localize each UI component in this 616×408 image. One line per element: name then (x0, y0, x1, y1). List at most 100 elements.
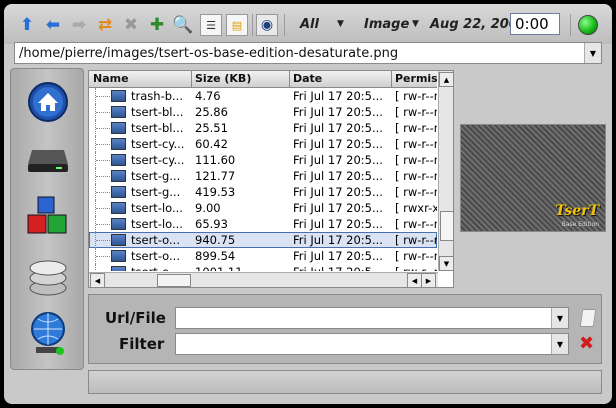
filter-label: Filter (119, 335, 165, 353)
table-row[interactable]: tsert-g... 121.77 Fri Jul 17 20:5... [ rw-r… (89, 168, 437, 184)
search-icon[interactable]: 🔍 (172, 14, 194, 36)
file-name[interactable]: tsert-lo... (131, 201, 189, 215)
table-row[interactable]: tsert-cy... 111.60 Fri Jul 17 20:5... [ rw-… (89, 152, 437, 168)
file-date: Fri Jul 17 20:5... (293, 185, 383, 199)
scroll-left-icon[interactable]: ◀ (90, 273, 105, 287)
column-header-name[interactable]: Name (93, 72, 189, 85)
url-file-input[interactable]: ▼ (175, 307, 569, 329)
status-bar (88, 370, 602, 394)
table-row[interactable]: tsert-lo... 65.93 Fri Jul 17 20:5... [ rw-r… (89, 216, 437, 232)
clear-filter-icon[interactable]: ✖ (579, 333, 594, 354)
image-file-icon (111, 106, 126, 118)
list-view-icon[interactable]: ☰ (200, 14, 222, 36)
file-name[interactable]: tsert-cy... (131, 137, 189, 151)
image-file-icon (111, 218, 126, 230)
refresh-icon[interactable]: ⇄ (94, 14, 116, 36)
vertical-scrollbar[interactable]: ▲ ▼ (438, 71, 453, 271)
file-date: Fri Jul 17 20:5... (293, 217, 383, 231)
column-header-size[interactable]: Size (KB) (195, 72, 287, 85)
table-row[interactable]: tsert-o... 1001.11 Fri Jul 17 20:5... [ rw-… (89, 264, 437, 271)
image-file-icon (111, 202, 126, 214)
file-size: 940.75 (195, 233, 236, 247)
path-combobox[interactable]: /home/pierre/images/tsert-os-base-editio… (14, 42, 602, 64)
column-divider (289, 71, 290, 87)
file-name[interactable]: tsert-lo... (131, 217, 189, 231)
chevron-down-icon[interactable]: ▼ (412, 19, 419, 29)
file-name[interactable]: trash-b... (131, 89, 189, 103)
stop-icon[interactable]: ✖ (120, 14, 142, 36)
file-size: 419.53 (195, 185, 236, 199)
scroll-right-icon[interactable]: ▶ (421, 273, 436, 287)
file-permissions: [ rw-r--r- (395, 169, 437, 183)
filter-all-dropdown[interactable]: All (300, 17, 319, 32)
database-disks-icon[interactable] (25, 253, 71, 299)
scroll-thumb[interactable] (157, 274, 191, 287)
table-row[interactable]: tsert-o... 899.54 Fri Jul 17 20:5... [ rw-r… (89, 248, 437, 264)
new-folder-icon[interactable]: ✚ (146, 14, 168, 36)
time-input[interactable]: 0:00 (510, 13, 560, 35)
home-icon[interactable] (25, 79, 71, 125)
file-type-dropdown[interactable]: Image (364, 17, 409, 32)
go-green-button[interactable] (578, 15, 598, 35)
chevron-down-icon[interactable]: ▼ (584, 43, 601, 63)
hard-drive-icon[interactable] (25, 135, 71, 181)
scroll-left-icon[interactable]: ◀ (407, 273, 422, 287)
forward-arrow-icon[interactable]: ➡ (68, 14, 90, 36)
chevron-down-icon[interactable]: ▼ (551, 308, 568, 328)
file-permissions: [ rw-r--r- (395, 137, 437, 151)
scroll-down-icon[interactable]: ▼ (439, 256, 453, 271)
image-preview: TserT Base Edition (460, 124, 606, 232)
back-arrow-icon[interactable]: ⬅ (42, 14, 64, 36)
chevron-down-icon[interactable]: ▼ (337, 19, 344, 29)
image-file-icon (111, 154, 126, 166)
image-file-icon (111, 90, 126, 102)
file-size: 1001.11 (195, 265, 287, 271)
up-arrow-icon[interactable]: ⬆ (16, 14, 38, 36)
file-size: 121.77 (195, 169, 236, 183)
file-size: 899.54 (195, 249, 236, 263)
file-permissions: [ rw-r--r- (395, 89, 437, 103)
filter-input[interactable]: ▼ (175, 333, 569, 355)
preview-eye-icon[interactable]: ◉ (256, 14, 278, 36)
table-row[interactable]: tsert-bl... 25.51 Fri Jul 17 20:5... [ rw-r… (89, 120, 437, 136)
column-header-date[interactable]: Date (293, 72, 389, 85)
image-file-icon (111, 234, 126, 246)
detail-view-icon[interactable]: ▤ (226, 14, 248, 36)
file-date: Fri Jul 17 20:5... (293, 249, 383, 263)
network-globe-icon[interactable] (25, 311, 71, 357)
file-name[interactable]: tsert-o... (131, 233, 189, 247)
table-row[interactable]: tsert-cy... 60.42 Fri Jul 17 20:5... [ rw-r… (89, 136, 437, 152)
scroll-up-icon[interactable]: ▲ (439, 72, 453, 87)
path-text[interactable]: /home/pierre/images/tsert-os-base-editio… (19, 46, 398, 61)
file-name[interactable]: tsert-bl... (131, 105, 189, 119)
file-name[interactable]: tsert-bl... (131, 121, 189, 135)
document-icon[interactable] (579, 309, 597, 327)
file-date: Fri Jul 17 20:5... (293, 105, 383, 119)
file-name[interactable]: tsert-o... (131, 265, 189, 271)
file-date: Fri Jul 17 20:5... (293, 89, 383, 103)
file-date: Fri Jul 17 20:5... (293, 201, 383, 215)
preview-logo-text: TserT (555, 203, 599, 219)
file-name[interactable]: tsert-g... (131, 169, 189, 183)
file-name[interactable]: tsert-g... (131, 185, 189, 199)
horizontal-scrollbar[interactable]: ◀ ◀ ▶ (89, 272, 438, 287)
file-date: Fri Jul 17 20:5... (293, 137, 383, 151)
table-row[interactable]: tsert-lo... 9.00 Fri Jul 17 20:5... [ rwxr-… (89, 200, 437, 216)
file-list-header: Name Size (KB) Date Permiss (89, 71, 437, 88)
image-file-icon (111, 122, 126, 134)
table-row[interactable]: trash-b... 4.76 Fri Jul 17 20:5... [ rw-r--… (89, 88, 437, 104)
file-size: 60.42 (195, 137, 228, 151)
file-date: Fri Jul 17 20:5... (293, 121, 383, 135)
table-row[interactable]: tsert-o... 940.75 Fri Jul 17 20:5... [ rw-r… (89, 232, 437, 248)
applications-cubes-icon[interactable] (25, 193, 71, 239)
file-name[interactable]: tsert-cy... (131, 153, 189, 167)
scroll-thumb[interactable] (440, 211, 453, 241)
table-row[interactable]: tsert-bl... 25.86 Fri Jul 17 20:5... [ rw-r… (89, 104, 437, 120)
table-row[interactable]: tsert-g... 419.53 Fri Jul 17 20:5... [ rw-r… (89, 184, 437, 200)
file-date: Fri Jul 17 20:5... (293, 233, 383, 247)
file-name[interactable]: tsert-o... (131, 249, 189, 263)
column-header-permissions[interactable]: Permiss (395, 72, 437, 85)
file-permissions: [ rwxr-xr- (395, 201, 437, 215)
preview-logo-subtext: Base Edition (561, 221, 599, 228)
chevron-down-icon[interactable]: ▼ (551, 334, 568, 354)
